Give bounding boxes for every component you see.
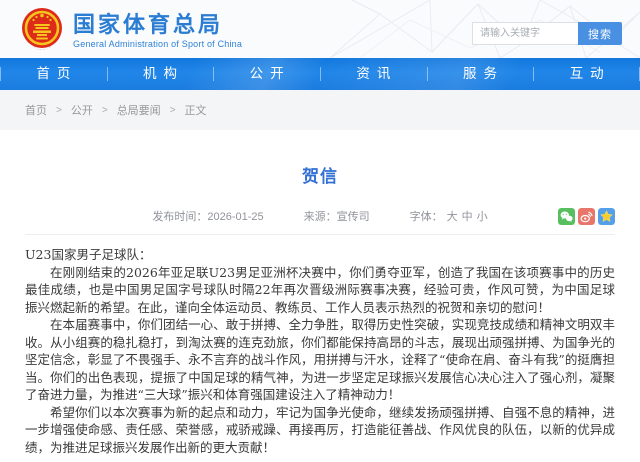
publish-date: 发布时间：2026-01-25 (152, 208, 263, 226)
national-emblem-logo (20, 7, 64, 53)
font-size-medium-button[interactable]: 中 (462, 211, 473, 223)
qzone-share-icon[interactable] (598, 208, 615, 225)
site-header: 国家体育总局 General Administration of Sport o… (0, 0, 640, 58)
breadcrumb: 首页 > 公开 > 总局要闻 > 正文 (0, 90, 640, 130)
search-button[interactable]: 搜索 (578, 22, 622, 45)
article-paragraph: 希望你们以本次赛事为新的起点和动力，牢记为国争光使命，继续发扬顽强拼搏、自强不息… (25, 404, 615, 457)
site-name-english: General Administration of Sport of China (73, 39, 242, 49)
share-buttons (558, 208, 615, 225)
breadcrumb-current: 正文 (185, 102, 207, 118)
source-label: 来源： (304, 211, 337, 223)
font-size-label: 字体： (410, 211, 443, 223)
wechat-share-icon[interactable] (558, 208, 575, 225)
source-value: 宣传司 (337, 211, 370, 223)
article-meta: 发布时间：2026-01-25 来源：宣传司 字体： 大中小 (25, 208, 615, 226)
breadcrumb-home[interactable]: 首页 (25, 102, 47, 118)
article-meta-group: 发布时间：2026-01-25 来源：宣传司 字体： 大中小 (25, 208, 615, 226)
page: 国家体育总局 General Administration of Sport o… (0, 0, 640, 462)
article-source: 来源：宣传司 (304, 208, 370, 226)
article-body: U23国家男子足球队： 在刚刚结束的2026年亚足联U23男足亚洲杯决赛中，你们… (25, 246, 615, 462)
article-paragraph: 在刚刚结束的2026年亚足联U23男足亚洲杯决赛中，你们勇夺亚军，创造了我国在该… (25, 264, 615, 317)
site-brand-text: 国家体育总局 General Administration of Sport o… (73, 12, 242, 49)
breadcrumb-separator: > (170, 105, 176, 116)
weibo-share-icon[interactable] (578, 208, 595, 225)
breadcrumb-disclosure[interactable]: 公开 (71, 102, 93, 118)
font-size-large-button[interactable]: 大 (447, 211, 458, 223)
breadcrumb-separator: > (56, 105, 62, 116)
search-bar: 搜索 (472, 22, 622, 45)
article-salutation: U23国家男子足球队： (25, 246, 615, 264)
article: 贺信 发布时间：2026-01-25 来源：宣传司 字体： 大中小 (0, 162, 640, 462)
breadcrumb-separator: > (102, 105, 108, 116)
font-size-small-button[interactable]: 小 (477, 211, 488, 223)
article-title: 贺信 (25, 162, 615, 187)
article-paragraph: 在本届赛事中，你们团结一心、敢于拼搏、全力争胜，取得历史性突破，实现竞技成绩和精… (25, 316, 615, 404)
nav-item-disclosure[interactable]: 公开 (213, 58, 320, 90)
nav-item-services[interactable]: 服务 (427, 58, 534, 90)
nav-item-organization[interactable]: 机构 (107, 58, 214, 90)
meta-divider (25, 234, 615, 235)
nav-item-home[interactable]: 首页 (0, 58, 107, 90)
publish-date-value: 2026-01-25 (207, 211, 263, 223)
font-size-control: 字体： 大中小 (410, 208, 488, 226)
site-brand[interactable]: 国家体育总局 General Administration of Sport o… (20, 7, 242, 53)
breadcrumb-section-news[interactable]: 总局要闻 (117, 102, 161, 118)
main-nav: 首页 机构 公开 资讯 服务 互动 (0, 58, 640, 90)
search-input[interactable] (472, 22, 578, 45)
site-name: 国家体育总局 (73, 12, 242, 38)
publish-date-label: 发布时间： (152, 211, 207, 223)
nav-item-news[interactable]: 资讯 (320, 58, 427, 90)
nav-item-interaction[interactable]: 互动 (533, 58, 640, 90)
